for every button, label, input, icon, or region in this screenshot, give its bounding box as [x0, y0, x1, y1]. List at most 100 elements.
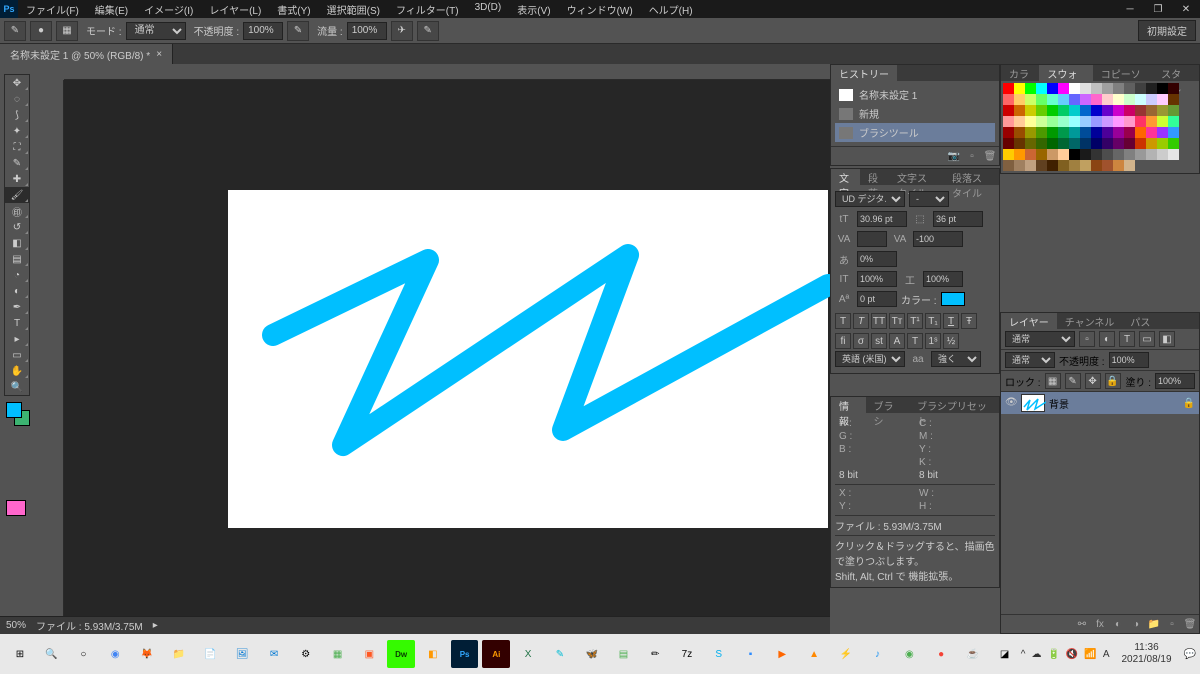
language-select[interactable]: 英語 (米国): [835, 351, 905, 367]
tray-battery-icon[interactable]: 🔋: [1047, 649, 1059, 660]
swatch[interactable]: [1036, 83, 1047, 94]
lock-trans-icon[interactable]: ▦: [1045, 373, 1061, 389]
zoom-level[interactable]: 50%: [6, 620, 26, 631]
swatch[interactable]: [1069, 138, 1080, 149]
swatch[interactable]: [1025, 160, 1036, 171]
swatch[interactable]: [1047, 127, 1058, 138]
new-layer-icon[interactable]: ▫: [1165, 617, 1179, 631]
airbrush-button[interactable]: ✈: [391, 21, 413, 41]
swatch[interactable]: [1080, 127, 1091, 138]
tray-volume-icon[interactable]: 🔇: [1066, 649, 1078, 660]
swatches-tab[interactable]: スウォッチ: [1039, 65, 1092, 81]
swatch[interactable]: [1091, 138, 1102, 149]
layer-row[interactable]: 👁 背景 🔒: [1001, 392, 1199, 414]
swatch[interactable]: [1091, 116, 1102, 127]
swatch[interactable]: [1124, 149, 1135, 160]
swatch[interactable]: [1113, 116, 1124, 127]
swatch[interactable]: [1146, 83, 1157, 94]
ot-st-button[interactable]: st: [871, 333, 887, 349]
underline-button[interactable]: T: [943, 313, 959, 329]
swatch[interactable]: [1124, 160, 1135, 171]
color-tab[interactable]: カラー: [1001, 65, 1039, 81]
menu-edit[interactable]: 編集(E): [87, 0, 136, 19]
swatch[interactable]: [1058, 149, 1069, 160]
swatch[interactable]: [1014, 127, 1025, 138]
notification-icon[interactable]: 💬: [1184, 649, 1196, 660]
new-group-icon[interactable]: 📁: [1147, 617, 1161, 631]
swatch[interactable]: [1124, 116, 1135, 127]
swatch[interactable]: [1058, 138, 1069, 149]
swatch[interactable]: [1047, 138, 1058, 149]
info-tab[interactable]: 情報: [831, 397, 866, 413]
swatch[interactable]: [1157, 105, 1168, 116]
swatch[interactable]: [1124, 105, 1135, 116]
app-icon-9[interactable]: ☕: [959, 640, 987, 668]
type-tool[interactable]: T: [5, 315, 29, 331]
swatch[interactable]: [1036, 127, 1047, 138]
fill-input[interactable]: [1155, 373, 1195, 389]
swatch[interactable]: [1157, 94, 1168, 105]
adjustment-layer-icon[interactable]: ◑: [1129, 617, 1143, 631]
history-new-icon[interactable]: ▫: [965, 149, 979, 163]
ot-titling-button[interactable]: T: [907, 333, 923, 349]
swatch[interactable]: [1025, 138, 1036, 149]
swatch[interactable]: [1168, 105, 1179, 116]
notepad-icon[interactable]: 📄: [197, 640, 225, 668]
swatch[interactable]: [1069, 160, 1080, 171]
swatch[interactable]: [1091, 149, 1102, 160]
swatch[interactable]: [1003, 83, 1014, 94]
baseline-input[interactable]: [857, 291, 897, 307]
app-icon-1[interactable]: ▦: [324, 640, 352, 668]
app-icon-3[interactable]: ✎: [546, 640, 574, 668]
swatch[interactable]: [1135, 116, 1146, 127]
swatch[interactable]: [1014, 94, 1025, 105]
defaults-button[interactable]: 初期設定: [1138, 20, 1196, 41]
swatch[interactable]: [1025, 94, 1036, 105]
swatch[interactable]: [1080, 94, 1091, 105]
layers-tab[interactable]: レイヤー: [1001, 313, 1057, 329]
swatch[interactable]: [1091, 83, 1102, 94]
swatch[interactable]: [1113, 160, 1124, 171]
swatch[interactable]: [1058, 127, 1069, 138]
swatch[interactable]: [1047, 116, 1058, 127]
vscale-input[interactable]: [857, 271, 897, 287]
swatch[interactable]: [1091, 94, 1102, 105]
swatch[interactable]: [1003, 105, 1014, 116]
status-arrow-icon[interactable]: ▸: [153, 620, 158, 631]
swatch[interactable]: [1025, 105, 1036, 116]
superscript-button[interactable]: T¹: [907, 313, 923, 329]
start-button[interactable]: ⊞: [6, 640, 34, 668]
swatch[interactable]: [1113, 149, 1124, 160]
swatch[interactable]: [1102, 94, 1113, 105]
settings-icon[interactable]: ⚙: [292, 640, 320, 668]
swatch[interactable]: [1025, 116, 1036, 127]
styles-tab[interactable]: スタイル: [1153, 65, 1199, 81]
swatch[interactable]: [1135, 138, 1146, 149]
paragraph-tab[interactable]: 段落: [860, 169, 889, 185]
stamp-tool[interactable]: ㊞: [5, 203, 29, 219]
excel-icon[interactable]: X: [514, 640, 542, 668]
close-button[interactable]: ✕: [1172, 0, 1200, 18]
swatch[interactable]: [1168, 138, 1179, 149]
swatch[interactable]: [1080, 83, 1091, 94]
swatch[interactable]: [1102, 127, 1113, 138]
char-style-tab[interactable]: 文字スタイル: [889, 169, 944, 185]
swatch[interactable]: [1014, 149, 1025, 160]
document-tab[interactable]: 名称未設定 1 @ 50% (RGB/8) * ×: [0, 44, 173, 64]
character-tab[interactable]: 文字: [831, 169, 860, 185]
swatch[interactable]: [1157, 116, 1168, 127]
bold-button[interactable]: T: [835, 313, 851, 329]
swatch[interactable]: [1157, 83, 1168, 94]
swatch[interactable]: [1157, 149, 1168, 160]
swatch[interactable]: [1168, 116, 1179, 127]
swatch[interactable]: [1146, 105, 1157, 116]
cortana-icon[interactable]: ○: [70, 640, 98, 668]
close-tab-icon[interactable]: ×: [156, 49, 162, 60]
filter-pixel-icon[interactable]: ▫: [1079, 331, 1095, 347]
layer-mask-icon[interactable]: ◐: [1111, 617, 1125, 631]
swatch[interactable]: [1036, 116, 1047, 127]
tray-cloud-icon[interactable]: ☁: [1031, 649, 1041, 660]
lock-pixels-icon[interactable]: ✎: [1065, 373, 1081, 389]
color-picker-swatches[interactable]: [6, 402, 34, 430]
swatch[interactable]: [1135, 127, 1146, 138]
